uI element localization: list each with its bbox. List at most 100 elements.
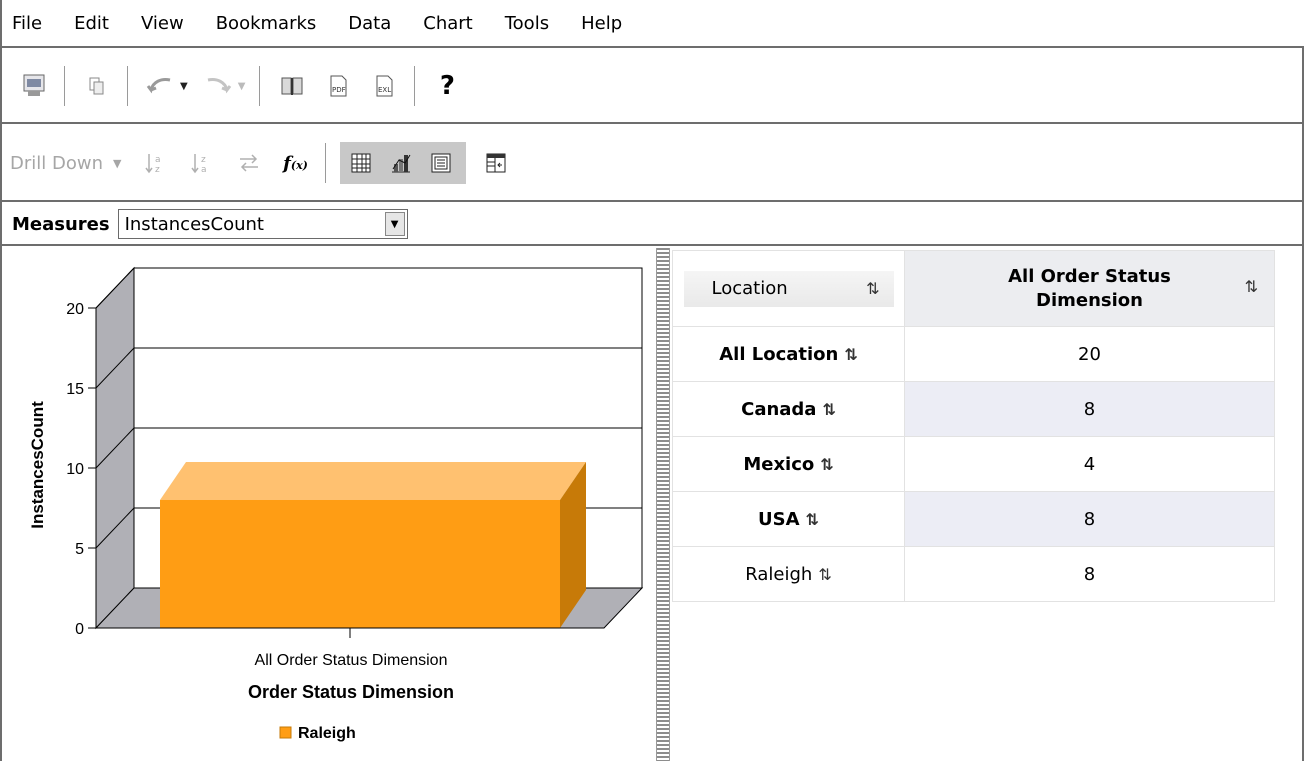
undo-icon[interactable] — [142, 68, 178, 104]
svg-text:EXL: EXL — [378, 86, 391, 94]
y-tick-label: 15 — [66, 381, 84, 398]
menu-view[interactable]: View — [141, 9, 184, 38]
drill-down-label: Drill Down — [10, 152, 103, 174]
menu-tools[interactable]: Tools — [505, 9, 549, 38]
y-axis-label: InstancesCount — [28, 401, 47, 529]
export-pdf-icon[interactable]: PDF — [320, 68, 356, 104]
menu-bar: File Edit View Bookmarks Data Chart Tool… — [2, 0, 1304, 48]
cell-value: 4 — [904, 436, 1275, 492]
analysis-toolbar: Drill Down ▼ az za f(x) — [2, 126, 1304, 202]
row-header-mexico[interactable]: Mexico ⇅ — [672, 436, 905, 492]
bar-chart: 20 15 10 5 0 InstancesCount All Order Status… — [28, 266, 644, 742]
formula-icon[interactable]: f(x) — [277, 145, 313, 181]
x-tick-label: All Order Status Dimension — [255, 652, 448, 669]
menu-chart[interactable]: Chart — [423, 9, 472, 38]
row-label: All Location — [719, 343, 839, 365]
y-tick-label: 5 — [75, 541, 84, 558]
x-axis-label: Order Status Dimension — [248, 682, 454, 702]
svg-text:PDF: PDF — [332, 86, 346, 94]
sort-icon[interactable]: ⇅ — [1245, 277, 1258, 296]
sort-icon[interactable]: ⇅ — [866, 279, 879, 298]
row-header-raleigh[interactable]: Raleigh ⇅ — [672, 546, 905, 602]
y-tick-label: 10 — [66, 461, 84, 478]
help-icon[interactable]: ? — [429, 68, 465, 104]
toolbar-separator — [325, 143, 327, 183]
main-toolbar: ▼ ▼ PDF EXL ? — [2, 50, 1304, 124]
row-header-usa[interactable]: USA ⇅ — [672, 491, 905, 547]
chart-view-icon[interactable] — [383, 145, 419, 181]
sort-icon[interactable]: ⇅ — [820, 455, 833, 474]
chevron-down-icon: ▼ — [113, 156, 122, 170]
row-label: USA — [758, 508, 800, 530]
view-report-icon[interactable] — [16, 68, 52, 104]
menu-help[interactable]: Help — [581, 9, 622, 38]
y-tick-label: 0 — [75, 621, 84, 638]
bookmark-book-icon[interactable] — [274, 68, 310, 104]
sort-ascending-icon[interactable]: az — [139, 145, 175, 181]
row-header-canada[interactable]: Canada ⇅ — [672, 381, 905, 437]
toolbar-separator — [414, 66, 416, 106]
swap-axes-icon[interactable] — [231, 145, 267, 181]
order-status-header[interactable]: All Order Status Dimension ⇅ — [904, 250, 1275, 327]
drill-down-button[interactable]: Drill Down ▼ — [10, 153, 121, 174]
legend: Raleigh — [279, 725, 356, 742]
legend-label: Raleigh — [298, 725, 356, 742]
measures-label: Measures — [12, 213, 110, 235]
redo-icon[interactable] — [200, 68, 236, 104]
table-row: Mexico ⇅ 4 — [672, 436, 1275, 492]
sort-icon[interactable]: ⇅ — [844, 345, 857, 364]
cell-value: 8 — [904, 546, 1275, 602]
detail-view-icon[interactable] — [423, 145, 459, 181]
svg-text:z: z — [155, 165, 160, 175]
order-status-header-line1: All Order Status — [1008, 265, 1171, 287]
order-status-header-line2: Dimension — [1036, 289, 1143, 311]
location-header[interactable]: Location ⇅ — [672, 250, 905, 327]
field-list-icon[interactable] — [478, 145, 514, 181]
chart-panel: 20 15 10 5 0 InstancesCount All Order Status… — [4, 248, 654, 761]
measures-select[interactable]: InstancesCount ▼ — [117, 209, 408, 239]
pivot-table: Location ⇅ All Order Status Dimension ⇅ … — [672, 250, 1275, 602]
table-row: Raleigh ⇅ 8 — [672, 546, 1275, 602]
bar-front — [160, 500, 560, 628]
toolbar-separator — [64, 66, 65, 106]
pivot-header-row: Location ⇅ All Order Status Dimension ⇅ — [672, 250, 1275, 327]
table-row: USA ⇅ 8 — [672, 491, 1275, 547]
row-label: Mexico — [743, 453, 815, 475]
menu-edit[interactable]: Edit — [74, 9, 109, 38]
svg-text:a: a — [201, 165, 207, 175]
menu-data[interactable]: Data — [348, 9, 391, 38]
legend-swatch — [279, 726, 292, 739]
copy-icon[interactable] — [79, 68, 115, 104]
measures-bar: Measures InstancesCount ▼ — [2, 204, 1304, 246]
table-row: Canada ⇅ 8 — [672, 381, 1275, 437]
location-header-label: Location — [711, 278, 788, 299]
cell-value: 20 — [904, 326, 1275, 382]
row-label: Raleigh — [745, 563, 813, 585]
sort-descending-icon[interactable]: za — [185, 145, 221, 181]
redo-dropdown-icon[interactable]: ▼ — [238, 81, 246, 92]
view-toggle-group — [340, 142, 467, 184]
menu-file[interactable]: File — [12, 9, 42, 38]
chevron-down-icon[interactable]: ▼ — [384, 212, 405, 236]
cell-value: 8 — [904, 381, 1275, 437]
bar-top — [160, 462, 586, 500]
row-label: Canada — [741, 398, 817, 420]
sort-icon[interactable]: ⇅ — [818, 565, 831, 584]
toolbar-separator — [259, 66, 261, 106]
pivot-grid-panel: Location ⇅ All Order Status Dimension ⇅ … — [672, 248, 1304, 761]
menu-bookmarks[interactable]: Bookmarks — [216, 9, 317, 38]
toolbar-separator — [127, 66, 128, 106]
grid-view-icon[interactable] — [343, 145, 379, 181]
undo-dropdown-icon[interactable]: ▼ — [180, 81, 188, 92]
sort-icon[interactable]: ⇅ — [806, 510, 819, 529]
sort-icon[interactable]: ⇅ — [822, 400, 835, 419]
panel-splitter[interactable] — [656, 248, 670, 761]
measures-selected-value: InstancesCount — [124, 213, 264, 235]
svg-text:z: z — [201, 155, 206, 165]
y-tick-label: 20 — [66, 301, 84, 318]
help-glyph: ? — [439, 71, 455, 101]
export-excel-icon[interactable]: EXL — [366, 68, 402, 104]
row-header-all-location[interactable]: All Location ⇅ — [672, 326, 905, 382]
cell-value: 8 — [904, 491, 1275, 547]
svg-text:a: a — [155, 155, 161, 165]
